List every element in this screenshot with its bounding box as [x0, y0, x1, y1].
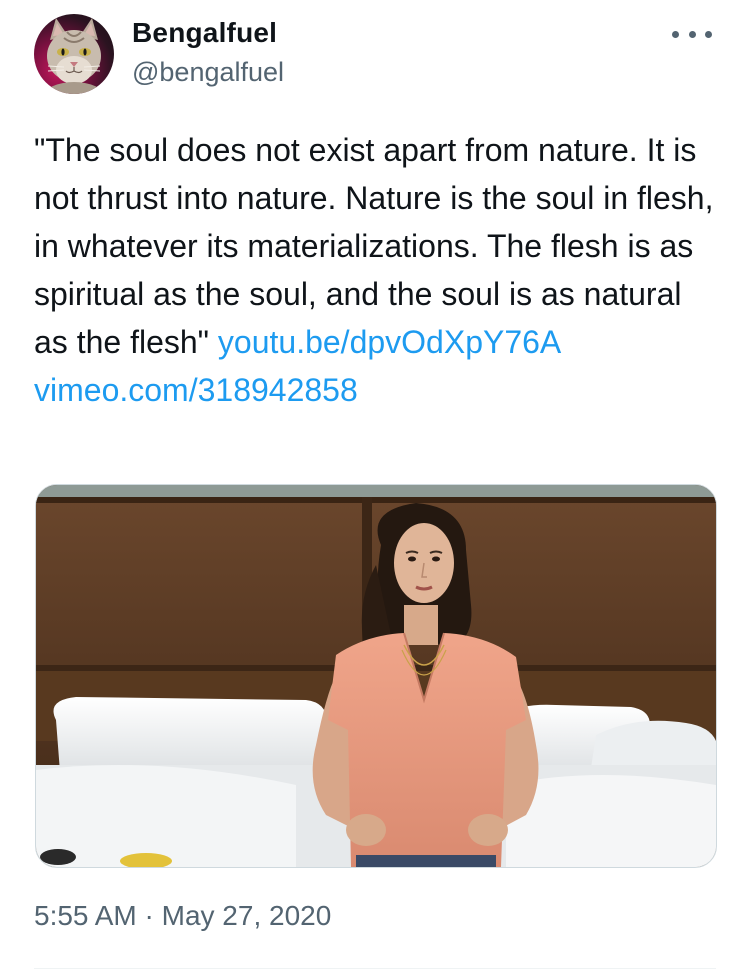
vimeo-link[interactable]: vimeo.com/318942858 — [34, 372, 358, 408]
more-horizontal-icon[interactable] — [672, 22, 712, 46]
cat-avatar-icon[interactable] — [34, 14, 114, 94]
tweet-date[interactable]: May 27, 2020 — [162, 900, 332, 931]
tweet-card: Bengalfuel @bengalfuel "The soul does no… — [0, 0, 750, 973]
tweet-photo[interactable] — [35, 484, 717, 868]
more-dot — [688, 30, 696, 38]
youtube-link[interactable]: youtu.be/dpvOdXpY76A — [218, 324, 561, 360]
more-dot — [672, 30, 679, 38]
tweet-timestamp: 5:55 AM · May 27, 2020 — [34, 900, 331, 932]
more-dot — [705, 30, 712, 38]
author-handle[interactable]: @bengalfuel — [132, 57, 284, 88]
timestamp-separator: · — [144, 900, 154, 931]
author-display-name[interactable]: Bengalfuel — [132, 17, 277, 49]
tweet-text: "The soul does not exist apart from natu… — [34, 126, 724, 414]
tweet-time[interactable]: 5:55 AM — [34, 900, 137, 931]
divider — [34, 968, 716, 969]
